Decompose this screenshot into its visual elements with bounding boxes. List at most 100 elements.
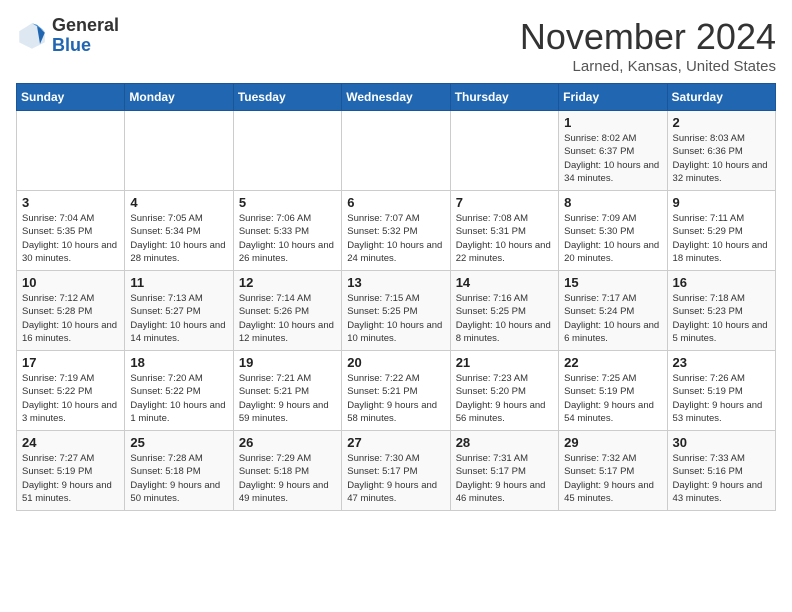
- calendar-day-cell: 27Sunrise: 7:30 AM Sunset: 5:17 PM Dayli…: [342, 431, 450, 511]
- calendar-day-cell: 19 Sunrise: 7:21 AM Sunset: 5:21 PM Dayli…: [233, 351, 341, 431]
- calendar-body: 1 Sunrise: 8:02 AM Sunset: 6:37 PM Daylig…: [17, 111, 776, 511]
- day-info: Sunrise: 7:22 AM Sunset: 5:21 PM Dayligh…: [347, 372, 444, 425]
- day-info: Sunrise: 7:19 AM Sunset: 5:22 PM Dayligh…: [22, 372, 119, 425]
- day-number: 12: [239, 275, 336, 290]
- day-number: 9: [673, 195, 770, 210]
- calendar-week-row: 3 Sunrise: 7:04 AM Sunset: 5:35 PM Daylig…: [17, 191, 776, 271]
- calendar-day-cell: 8 Sunrise: 7:09 AM Sunset: 5:30 PM Daylig…: [559, 191, 667, 271]
- day-info: Sunrise: 7:20 AM Sunset: 5:22 PM Dayligh…: [130, 372, 227, 425]
- calendar-day-cell: 10Sunrise: 7:12 AM Sunset: 5:28 PM Dayli…: [17, 271, 125, 351]
- calendar-day-cell: 25 Sunrise: 7:28 AM Sunset: 5:18 PM Dayli…: [125, 431, 233, 511]
- day-info: Sunrise: 7:04 AM Sunset: 5:35 PM Dayligh…: [22, 212, 119, 265]
- calendar-day-cell: 28 Sunrise: 7:31 AM Sunset: 5:17 PM Dayli…: [450, 431, 558, 511]
- calendar-day-cell: 23 Sunrise: 7:26 AM Sunset: 5:19 PM Dayli…: [667, 351, 775, 431]
- weekday-header: Thursday: [450, 84, 558, 111]
- day-info: Sunrise: 7:32 AM Sunset: 5:17 PM Dayligh…: [564, 452, 661, 505]
- day-number: 19: [239, 355, 336, 370]
- logo: General Blue: [16, 16, 119, 56]
- calendar-day-cell: 26Sunrise: 7:29 AM Sunset: 5:18 PM Dayli…: [233, 431, 341, 511]
- day-info: Sunrise: 7:21 AM Sunset: 5:21 PM Dayligh…: [239, 372, 336, 425]
- day-number: 6: [347, 195, 444, 210]
- day-number: 20: [347, 355, 444, 370]
- calendar-day-cell: 24 Sunrise: 7:27 AM Sunset: 5:19 PM Dayli…: [17, 431, 125, 511]
- day-info: Sunrise: 7:13 AM Sunset: 5:27 PM Dayligh…: [130, 292, 227, 345]
- day-number: 11: [130, 275, 227, 290]
- day-info: Sunrise: 7:16 AM Sunset: 5:25 PM Dayligh…: [456, 292, 553, 345]
- calendar-day-cell: [17, 111, 125, 191]
- day-number: 3: [22, 195, 119, 210]
- calendar-week-row: 1 Sunrise: 8:02 AM Sunset: 6:37 PM Daylig…: [17, 111, 776, 191]
- day-info: Sunrise: 7:14 AM Sunset: 5:26 PM Dayligh…: [239, 292, 336, 345]
- day-info: Sunrise: 7:26 AM Sunset: 5:19 PM Dayligh…: [673, 372, 770, 425]
- day-number: 28: [456, 435, 553, 450]
- calendar-table: SundayMondayTuesdayWednesdayThursdayFrid…: [16, 83, 776, 511]
- day-number: 21: [456, 355, 553, 370]
- day-number: 14: [456, 275, 553, 290]
- weekday-header: Wednesday: [342, 84, 450, 111]
- calendar-day-cell: 13Sunrise: 7:15 AM Sunset: 5:25 PM Dayli…: [342, 271, 450, 351]
- day-number: 17: [22, 355, 119, 370]
- calendar-day-cell: [125, 111, 233, 191]
- day-number: 22: [564, 355, 661, 370]
- logo-general-text: General: [52, 16, 119, 36]
- month-title: November 2024: [520, 16, 776, 58]
- calendar-day-cell: 2 Sunrise: 8:03 AM Sunset: 6:36 PM Daylig…: [667, 111, 775, 191]
- calendar-day-cell: 6 Sunrise: 7:07 AM Sunset: 5:32 PM Daylig…: [342, 191, 450, 271]
- title-block: November 2024 Larned, Kansas, United Sta…: [520, 16, 776, 75]
- day-number: 4: [130, 195, 227, 210]
- day-info: Sunrise: 7:05 AM Sunset: 5:34 PM Dayligh…: [130, 212, 227, 265]
- calendar-day-cell: [450, 111, 558, 191]
- calendar-day-cell: 7Sunrise: 7:08 AM Sunset: 5:31 PM Daylig…: [450, 191, 558, 271]
- day-number: 30: [673, 435, 770, 450]
- day-info: Sunrise: 7:25 AM Sunset: 5:19 PM Dayligh…: [564, 372, 661, 425]
- calendar-day-cell: [342, 111, 450, 191]
- calendar-day-cell: [233, 111, 341, 191]
- calendar-day-cell: 4 Sunrise: 7:05 AM Sunset: 5:34 PM Daylig…: [125, 191, 233, 271]
- calendar-day-cell: 21Sunrise: 7:23 AM Sunset: 5:20 PM Dayli…: [450, 351, 558, 431]
- day-info: Sunrise: 7:31 AM Sunset: 5:17 PM Dayligh…: [456, 452, 553, 505]
- day-info: Sunrise: 7:06 AM Sunset: 5:33 PM Dayligh…: [239, 212, 336, 265]
- day-number: 23: [673, 355, 770, 370]
- day-info: Sunrise: 7:29 AM Sunset: 5:18 PM Dayligh…: [239, 452, 336, 505]
- day-info: Sunrise: 7:07 AM Sunset: 5:32 PM Dayligh…: [347, 212, 444, 265]
- calendar-day-cell: 18 Sunrise: 7:20 AM Sunset: 5:22 PM Dayli…: [125, 351, 233, 431]
- day-info: Sunrise: 7:11 AM Sunset: 5:29 PM Dayligh…: [673, 212, 770, 265]
- calendar-day-cell: 5Sunrise: 7:06 AM Sunset: 5:33 PM Daylig…: [233, 191, 341, 271]
- day-number: 24: [22, 435, 119, 450]
- calendar-week-row: 17 Sunrise: 7:19 AM Sunset: 5:22 PM Dayli…: [17, 351, 776, 431]
- day-number: 1: [564, 115, 661, 130]
- calendar-day-cell: 20 Sunrise: 7:22 AM Sunset: 5:21 PM Dayli…: [342, 351, 450, 431]
- calendar-day-cell: 22 Sunrise: 7:25 AM Sunset: 5:19 PM Dayli…: [559, 351, 667, 431]
- calendar-day-cell: 16 Sunrise: 7:18 AM Sunset: 5:23 PM Dayli…: [667, 271, 775, 351]
- day-info: Sunrise: 7:09 AM Sunset: 5:30 PM Dayligh…: [564, 212, 661, 265]
- day-info: Sunrise: 7:08 AM Sunset: 5:31 PM Dayligh…: [456, 212, 553, 265]
- day-info: Sunrise: 7:18 AM Sunset: 5:23 PM Dayligh…: [673, 292, 770, 345]
- logo-blue-text: Blue: [52, 36, 119, 56]
- day-info: Sunrise: 7:17 AM Sunset: 5:24 PM Dayligh…: [564, 292, 661, 345]
- weekday-header: Sunday: [17, 84, 125, 111]
- page-header: General Blue November 2024 Larned, Kansa…: [16, 16, 776, 75]
- location-text: Larned, Kansas, United States: [520, 58, 776, 75]
- weekday-header: Tuesday: [233, 84, 341, 111]
- day-number: 18: [130, 355, 227, 370]
- day-number: 25: [130, 435, 227, 450]
- day-number: 15: [564, 275, 661, 290]
- day-info: Sunrise: 7:27 AM Sunset: 5:19 PM Dayligh…: [22, 452, 119, 505]
- day-number: 8: [564, 195, 661, 210]
- calendar-week-row: 10Sunrise: 7:12 AM Sunset: 5:28 PM Dayli…: [17, 271, 776, 351]
- day-info: Sunrise: 7:28 AM Sunset: 5:18 PM Dayligh…: [130, 452, 227, 505]
- day-info: Sunrise: 8:03 AM Sunset: 6:36 PM Dayligh…: [673, 132, 770, 185]
- day-number: 13: [347, 275, 444, 290]
- calendar-day-cell: 30Sunrise: 7:33 AM Sunset: 5:16 PM Dayli…: [667, 431, 775, 511]
- day-info: Sunrise: 8:02 AM Sunset: 6:37 PM Dayligh…: [564, 132, 661, 185]
- day-number: 10: [22, 275, 119, 290]
- calendar-header: SundayMondayTuesdayWednesdayThursdayFrid…: [17, 84, 776, 111]
- calendar-day-cell: 29Sunrise: 7:32 AM Sunset: 5:17 PM Dayli…: [559, 431, 667, 511]
- logo-text: General Blue: [52, 16, 119, 56]
- weekday-header: Friday: [559, 84, 667, 111]
- logo-icon: [16, 20, 48, 52]
- calendar-day-cell: 1 Sunrise: 8:02 AM Sunset: 6:37 PM Daylig…: [559, 111, 667, 191]
- day-number: 16: [673, 275, 770, 290]
- day-number: 2: [673, 115, 770, 130]
- day-info: Sunrise: 7:30 AM Sunset: 5:17 PM Dayligh…: [347, 452, 444, 505]
